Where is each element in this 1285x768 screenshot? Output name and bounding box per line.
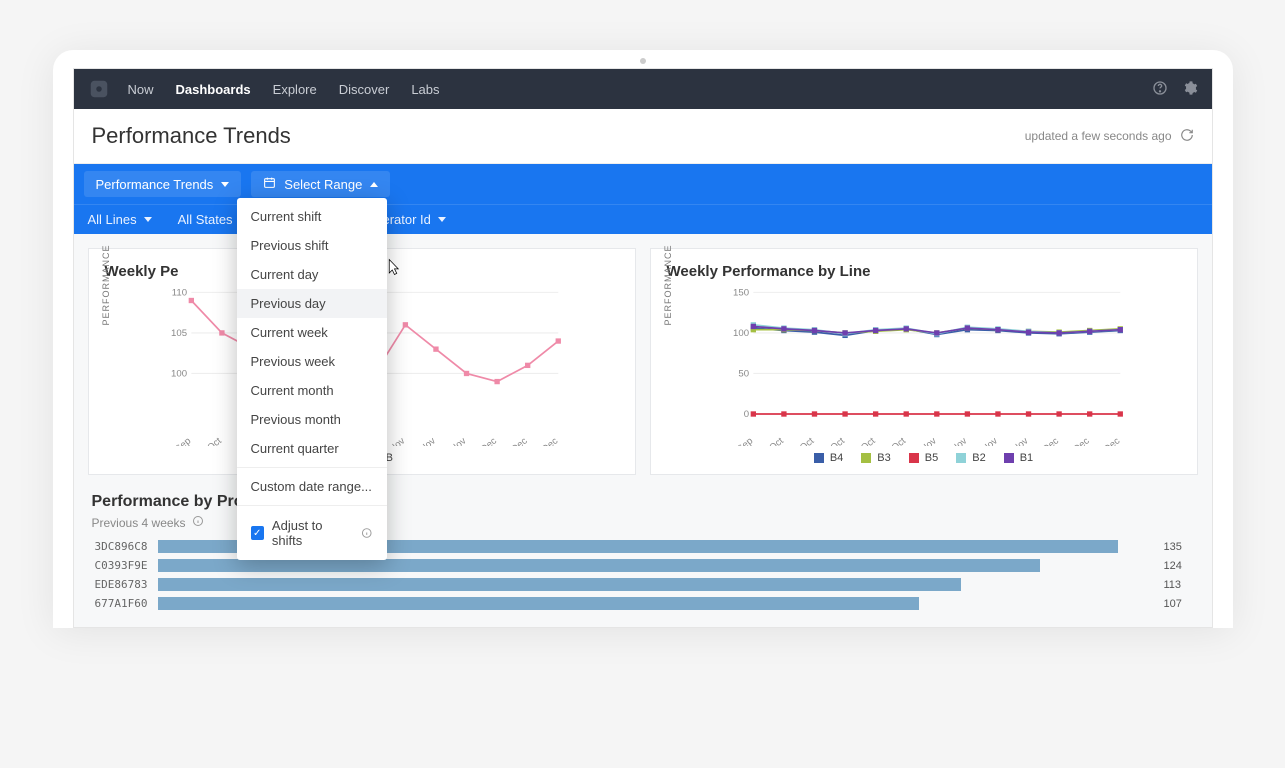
svg-text:105: 105: [171, 328, 187, 339]
select-range-button[interactable]: Select Range: [251, 171, 390, 197]
calendar-icon: [263, 176, 276, 192]
y-axis-label: PERFORMANCE: [663, 244, 673, 325]
svg-text:30-Oct: 30-Oct: [879, 435, 908, 446]
svg-text:110: 110: [171, 288, 186, 299]
svg-text:25-Sep: 25-Sep: [162, 436, 193, 446]
weekly-performance-by-line-card: Weekly Performance by Line PERFORMANCE 0…: [650, 248, 1198, 475]
toolbar: Performance Trends Select Range Current …: [74, 164, 1212, 204]
legend-right: B4 B3 B5 B2 B1: [667, 452, 1181, 464]
svg-text:0: 0: [743, 409, 748, 420]
product-bar-row: 677A1F60 107: [88, 597, 1198, 610]
svg-text:06-Nov: 06-Nov: [907, 435, 938, 446]
product-section-subtitle: Previous 4 weeks: [92, 516, 186, 530]
nav-item-labs[interactable]: Labs: [411, 82, 439, 97]
bar-label: 677A1F60: [88, 597, 148, 610]
product-bar-row: EDE86783 113: [88, 578, 1198, 591]
svg-text:04-Dec: 04-Dec: [468, 435, 499, 446]
svg-text:02-Oct: 02-Oct: [194, 435, 223, 446]
svg-text:150: 150: [733, 288, 749, 299]
nav-item-explore[interactable]: Explore: [273, 82, 317, 97]
legend-item-b5[interactable]: B5: [909, 452, 938, 464]
product-bar-row: C0393F9E 124: [88, 559, 1198, 572]
bar-track: [158, 559, 1154, 572]
bar-value: 107: [1164, 598, 1198, 610]
range-option-current-quarter[interactable]: Current quarter: [237, 434, 387, 463]
nav-item-dashboards[interactable]: Dashboards: [176, 82, 251, 97]
settings-icon[interactable]: [1182, 80, 1198, 99]
refresh-icon[interactable]: [1180, 128, 1194, 145]
svg-text:18-Dec: 18-Dec: [1091, 435, 1122, 446]
svg-text:11-Dec: 11-Dec: [499, 435, 529, 446]
app-logo-icon[interactable]: [88, 78, 110, 100]
svg-text:23-Oct: 23-Oct: [848, 435, 877, 446]
info-icon[interactable]: [192, 515, 204, 530]
range-option-current-shift[interactable]: Current shift: [237, 202, 387, 231]
range-dropdown: Current shiftPrevious shiftCurrent dayPr…: [237, 198, 387, 560]
bar-track: [158, 578, 1154, 591]
legend-item-b2[interactable]: B2: [956, 452, 985, 464]
chevron-up-icon: [370, 182, 378, 187]
legend-swatch: [956, 453, 966, 463]
filter-all-lines[interactable]: All Lines: [88, 212, 152, 227]
range-option-current-month[interactable]: Current month: [237, 376, 387, 405]
range-option-current-week[interactable]: Current week: [237, 318, 387, 347]
svg-text:11-Dec: 11-Dec: [1061, 435, 1091, 446]
svg-text:25-Sep: 25-Sep: [724, 436, 755, 446]
dashboard-selector-button[interactable]: Performance Trends: [84, 171, 242, 197]
chevron-down-icon: [144, 217, 152, 222]
svg-text:20-Nov: 20-Nov: [407, 435, 438, 446]
y-axis-label: PERFORMANCE: [101, 244, 111, 325]
cursor-icon: [384, 258, 402, 279]
bar-value: 135: [1164, 541, 1198, 553]
adjust-to-shifts-toggle[interactable]: ✓Adjust to shifts: [237, 510, 387, 556]
chart-title-right: Weekly Performance by Line: [667, 263, 1181, 280]
bar-label: EDE86783: [88, 578, 148, 591]
nav-item-discover[interactable]: Discover: [339, 82, 390, 97]
chevron-down-icon: [221, 182, 229, 187]
help-icon[interactable]: [1152, 80, 1168, 99]
legend-item-b1[interactable]: B1: [1004, 452, 1033, 464]
legend-item-b4[interactable]: B4: [814, 452, 843, 464]
svg-text:13-Nov: 13-Nov: [938, 435, 969, 446]
range-option-custom[interactable]: Custom date range...: [237, 472, 387, 501]
updated-text: updated a few seconds ago: [1025, 129, 1172, 143]
info-icon: [361, 527, 373, 539]
bar-label: C0393F9E: [88, 559, 148, 572]
bar-value: 124: [1164, 560, 1198, 572]
checkbox-icon: ✓: [251, 526, 264, 540]
svg-text:02-Oct: 02-Oct: [756, 435, 785, 446]
svg-text:27-Nov: 27-Nov: [437, 435, 468, 446]
range-option-current-day[interactable]: Current day: [237, 260, 387, 289]
page-title: Performance Trends: [92, 123, 291, 149]
legend-swatch: [909, 453, 919, 463]
nav-item-now[interactable]: Now: [128, 82, 154, 97]
bar-track: [158, 597, 1154, 610]
svg-text:09-Oct: 09-Oct: [787, 435, 816, 446]
bar-label: 3DC896C8: [88, 540, 148, 553]
top-nav: Now Dashboards Explore Discover Labs: [74, 69, 1212, 109]
svg-text:50: 50: [738, 369, 749, 380]
laptop-camera: [640, 58, 646, 64]
legend-swatch: [1004, 453, 1014, 463]
dashboard-selector-label: Performance Trends: [96, 177, 214, 192]
svg-text:04-Dec: 04-Dec: [1030, 435, 1061, 446]
legend-swatch: [814, 453, 824, 463]
svg-text:18-Dec: 18-Dec: [529, 435, 560, 446]
page-header: Performance Trends updated a few seconds…: [74, 109, 1212, 164]
range-option-previous-week[interactable]: Previous week: [237, 347, 387, 376]
weekly-performance-by-line-chart: 0 50 100 150 25-Sep02-Oct09-Oct16-Oct23-Oct3…: [667, 286, 1181, 446]
svg-text:100: 100: [733, 328, 749, 339]
legend-swatch: [861, 453, 871, 463]
svg-text:100: 100: [171, 369, 187, 380]
svg-text:20-Nov: 20-Nov: [969, 435, 1000, 446]
select-range-label: Select Range: [284, 177, 362, 192]
range-option-previous-shift[interactable]: Previous shift: [237, 231, 387, 260]
legend-item-b3[interactable]: B3: [861, 452, 890, 464]
chevron-down-icon: [438, 217, 446, 222]
bar-value: 113: [1164, 579, 1198, 591]
range-option-previous-month[interactable]: Previous month: [237, 405, 387, 434]
svg-text:16-Oct: 16-Oct: [817, 435, 846, 446]
svg-text:27-Nov: 27-Nov: [999, 435, 1030, 446]
range-option-previous-day[interactable]: Previous day: [237, 289, 387, 318]
